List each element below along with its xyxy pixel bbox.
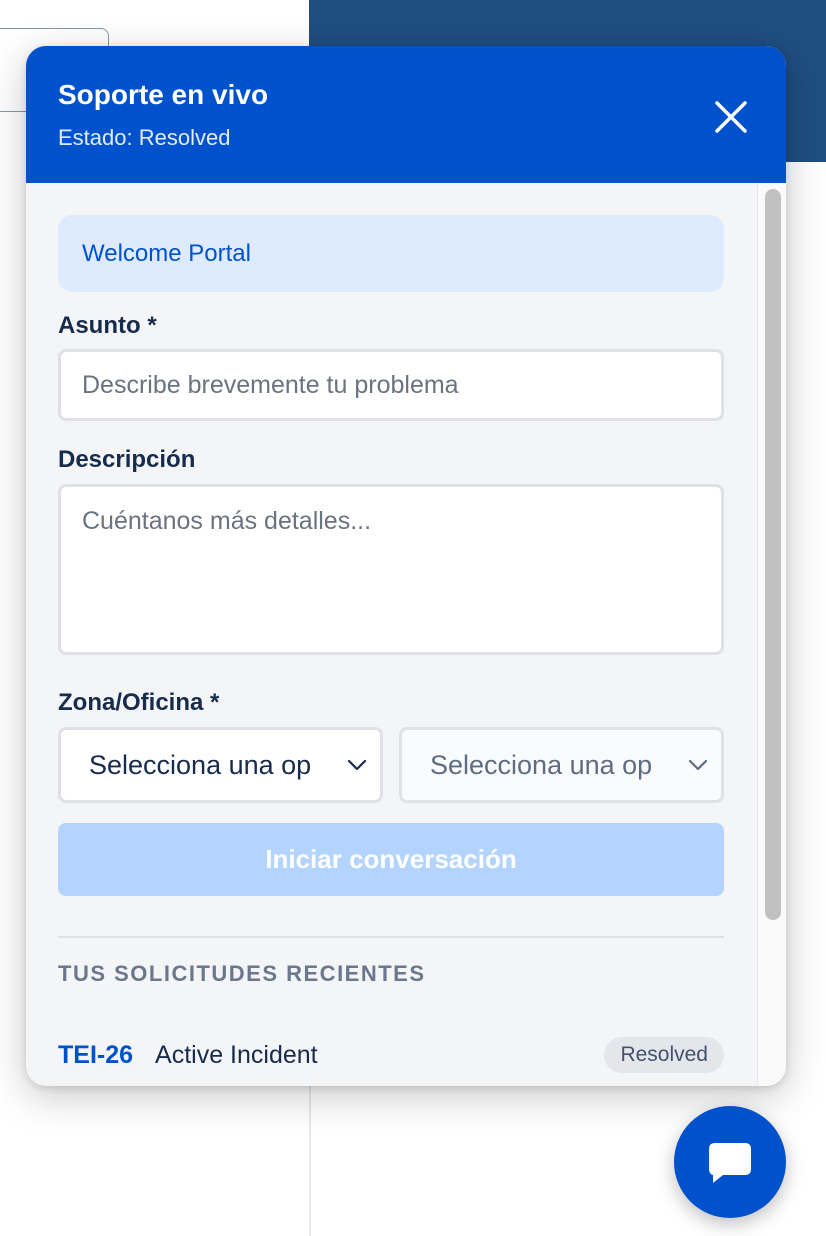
subject-label: Asunto * <box>58 312 157 339</box>
recent-requests-heading: TUS SOLICITUDES RECIENTES <box>58 961 426 986</box>
request-key[interactable]: TEI-26 <box>58 1041 133 1070</box>
page: Soporte en vivo Estado: Resolved Welcome… <box>0 0 826 1236</box>
chat-launcher-button[interactable] <box>674 1106 786 1218</box>
welcome-banner: Welcome Portal <box>58 215 724 292</box>
widget-title: Soporte en vivo <box>58 79 269 110</box>
status-badge: Resolved <box>604 1037 724 1073</box>
office-select[interactable]: Selecciona una op <box>399 727 724 803</box>
widget-header: Soporte en vivo Estado: Resolved <box>26 46 786 183</box>
widget-status: Estado: Resolved <box>58 125 231 150</box>
zone-select[interactable]: Selecciona una op <box>58 727 383 803</box>
section-divider <box>58 936 724 938</box>
scrollbar-thumb[interactable] <box>765 189 781 920</box>
scrollbar-track[interactable] <box>757 183 786 1086</box>
request-title: Active Incident <box>155 1040 318 1069</box>
chevron-down-icon <box>347 759 367 771</box>
widget-body: Welcome Portal Asunto * Descripción Zona… <box>26 183 758 1086</box>
zone-label: Zona/Oficina * <box>58 689 220 716</box>
description-textarea[interactable] <box>58 484 724 655</box>
close-icon <box>715 101 747 133</box>
zone-select-value: Selecciona una op <box>89 749 312 780</box>
support-widget: Soporte en vivo Estado: Resolved Welcome… <box>26 46 786 1086</box>
close-button[interactable] <box>706 92 756 142</box>
welcome-text: Welcome Portal <box>82 239 251 267</box>
start-conversation-button[interactable]: Iniciar conversación <box>58 823 724 896</box>
office-select-value: Selecciona una op <box>430 749 653 780</box>
start-conversation-label: Iniciar conversación <box>265 844 517 874</box>
request-row[interactable]: TEI-26 Active Incident Resolved <box>58 1035 724 1075</box>
chat-bubble-icon <box>709 1143 751 1183</box>
subject-input[interactable] <box>58 349 724 421</box>
chevron-down-icon <box>688 759 708 771</box>
description-label: Descripción <box>58 446 196 473</box>
